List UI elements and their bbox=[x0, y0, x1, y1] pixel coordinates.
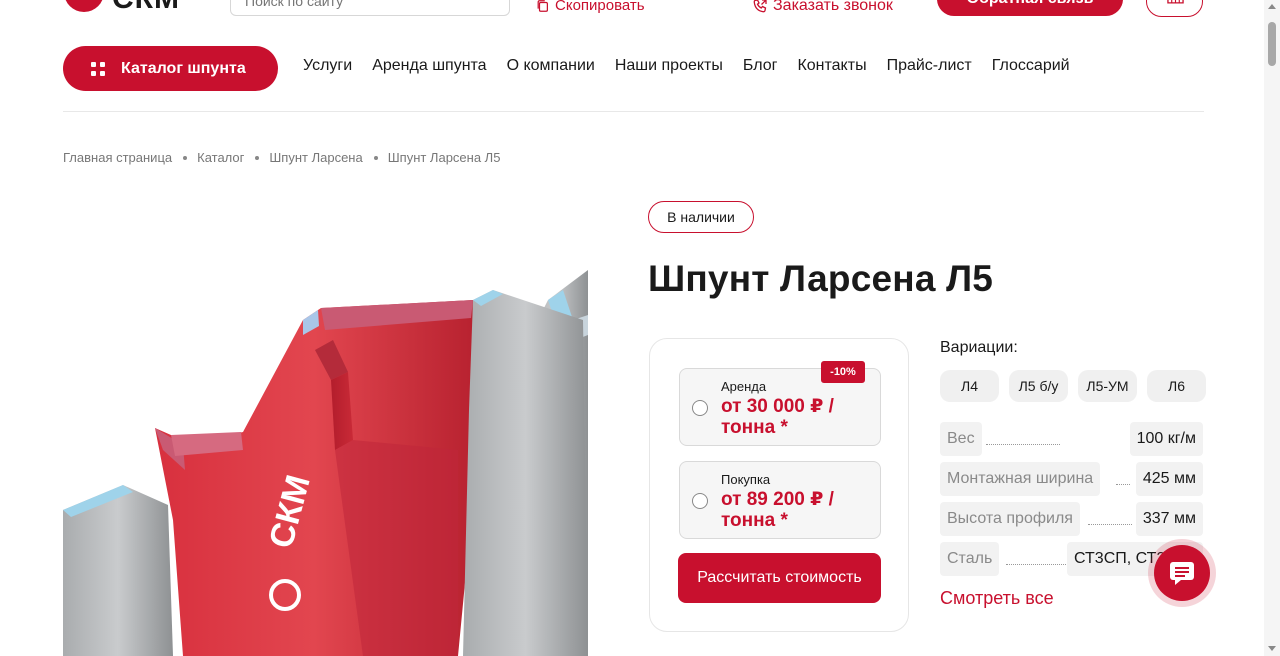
breadcrumb-item-catalog[interactable]: Каталог bbox=[197, 150, 244, 165]
price-option-label: Покупка bbox=[721, 472, 771, 487]
spec-name: Высота профиля bbox=[940, 502, 1080, 536]
product-image[interactable]: СКМ bbox=[63, 260, 588, 656]
spec-value: 337 мм bbox=[1135, 502, 1203, 536]
variations-list: Л4 Л5 б/у Л5-УМ Л6 bbox=[940, 370, 1206, 402]
spec-name: Монтажная ширина bbox=[940, 462, 1101, 496]
buy-radio[interactable] bbox=[692, 493, 708, 509]
price-card: Аренда от 30 000 ₽ / тонна * -10% Покупк… bbox=[649, 338, 909, 632]
product-title: Шпунт Ларсена Л5 bbox=[648, 258, 994, 299]
discount-badge: -10% bbox=[821, 361, 865, 383]
chat-icon bbox=[1170, 562, 1194, 585]
copy-button[interactable]: Скопировать bbox=[536, 0, 645, 14]
breadcrumb-separator bbox=[255, 155, 260, 160]
phone-icon bbox=[753, 0, 767, 13]
cart-icon bbox=[1167, 0, 1184, 4]
chat-button[interactable] bbox=[1148, 539, 1216, 607]
scroll-down-arrow[interactable] bbox=[1268, 646, 1276, 651]
price-option-buy[interactable]: Покупка от 89 200 ₽ / тонна * bbox=[679, 461, 881, 539]
catalog-button[interactable]: Каталог шпунта bbox=[63, 46, 278, 91]
price-option-value: от 89 200 ₽ / тонна * bbox=[721, 489, 834, 531]
page-scrollbar[interactable] bbox=[1264, 0, 1280, 656]
copy-icon bbox=[537, 0, 548, 12]
breadcrumb-item-current: Шпунт Ларсена Л5 bbox=[387, 150, 501, 165]
price-option-value: от 30 000 ₽ / тонна * bbox=[721, 396, 834, 438]
breadcrumb-separator bbox=[183, 155, 188, 160]
spec-row-weight: Вес 100 кг/м bbox=[940, 422, 1203, 456]
copy-label: Скопировать bbox=[555, 0, 645, 14]
catalog-button-label: Каталог шпунта bbox=[121, 59, 246, 77]
nav-item-blog[interactable]: Блог bbox=[743, 57, 778, 75]
nav-item-rent[interactable]: Аренда шпунта bbox=[372, 57, 486, 75]
spec-name: Сталь bbox=[940, 542, 1000, 576]
spec-value: 100 кг/м bbox=[1129, 422, 1203, 456]
variation-chip-l4[interactable]: Л4 bbox=[940, 370, 999, 402]
search-input[interactable] bbox=[245, 0, 465, 15]
nav-item-glossary[interactable]: Глоссарий bbox=[992, 57, 1070, 75]
variation-chip-l6[interactable]: Л6 bbox=[1147, 370, 1206, 402]
nav-item-projects[interactable]: Наши проекты bbox=[615, 57, 723, 75]
nav-item-services[interactable]: Услуги bbox=[303, 57, 352, 75]
spec-row-profile-height: Высота профиля 337 мм bbox=[940, 502, 1203, 536]
nav-item-contacts[interactable]: Контакты bbox=[797, 57, 866, 75]
nav-item-price-list[interactable]: Прайс-лист bbox=[887, 57, 972, 75]
price-option-label: Аренда bbox=[721, 379, 767, 394]
nav-divider bbox=[63, 111, 1204, 112]
nav-item-about[interactable]: О компании bbox=[507, 57, 595, 75]
sheet-pile-illustration: СКМ bbox=[63, 270, 588, 656]
scroll-up-arrow[interactable] bbox=[1268, 4, 1276, 9]
feedback-button[interactable]: Обратная связь bbox=[937, 0, 1123, 16]
logo-text[interactable]: СКМ bbox=[112, 0, 180, 16]
call-request-link[interactable]: Заказать звонок bbox=[752, 0, 893, 15]
spec-name: Вес bbox=[940, 422, 982, 456]
spec-row-width: Монтажная ширина 425 мм bbox=[940, 462, 1203, 496]
spec-value: 425 мм bbox=[1135, 462, 1203, 496]
calculate-cost-button[interactable]: Рассчитать стоимость bbox=[678, 553, 881, 603]
price-option-rent[interactable]: Аренда от 30 000 ₽ / тонна * -10% bbox=[679, 361, 881, 446]
call-label: Заказать звонок bbox=[773, 0, 893, 14]
top-header: СКМ Скопировать Заказать звонок Обратная… bbox=[0, 0, 1264, 20]
breadcrumb: Главная страница Каталог Шпунт Ларсена Ш… bbox=[63, 150, 500, 165]
grid-icon bbox=[91, 61, 105, 76]
main-nav: Услуги Аренда шпунта О компании Наши про… bbox=[303, 57, 1070, 75]
logo-mark[interactable] bbox=[64, 0, 104, 12]
variation-chip-l5-um[interactable]: Л5-УМ bbox=[1078, 370, 1137, 402]
variation-chip-l5-used[interactable]: Л5 б/у bbox=[1009, 370, 1068, 402]
search-box[interactable] bbox=[230, 0, 510, 16]
stock-status-badge: В наличии bbox=[648, 201, 754, 233]
breadcrumb-separator bbox=[373, 155, 378, 160]
variations-label: Вариации: bbox=[940, 339, 1018, 356]
breadcrumb-item-home[interactable]: Главная страница bbox=[63, 150, 172, 165]
breadcrumb-item-category[interactable]: Шпунт Ларсена bbox=[269, 150, 362, 165]
see-all-link[interactable]: Смотреть все bbox=[940, 588, 1054, 609]
scrollbar-thumb[interactable] bbox=[1268, 22, 1276, 66]
rent-radio[interactable] bbox=[692, 400, 708, 416]
cart-button[interactable] bbox=[1146, 0, 1203, 17]
